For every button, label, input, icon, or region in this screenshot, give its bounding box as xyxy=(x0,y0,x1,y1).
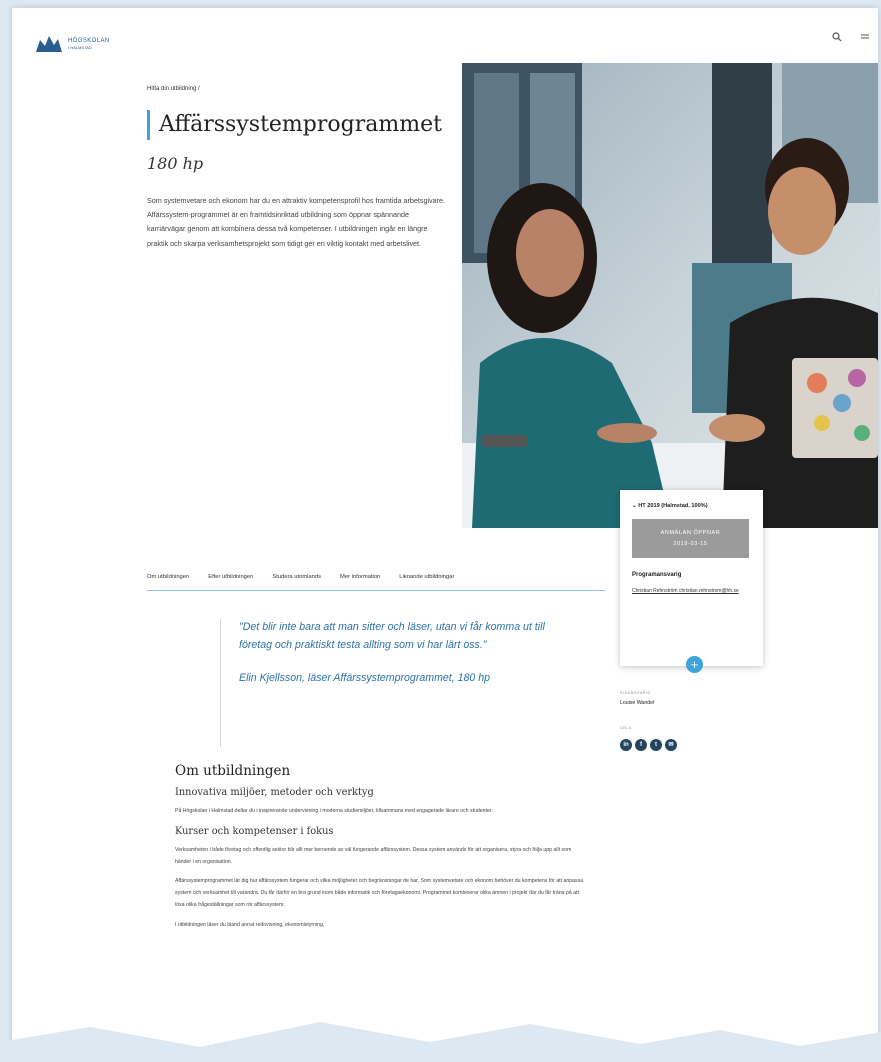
author-name: Louise Wandel xyxy=(620,700,655,706)
search-icon[interactable] xyxy=(832,32,842,45)
program-responsible-contact[interactable]: Christian Rehnström christian.rehnstrom@… xyxy=(632,586,742,596)
email-icon[interactable]: ✉ xyxy=(665,739,677,751)
tab-mer-information[interactable]: Mer information xyxy=(340,568,380,590)
apply-button[interactable]: ANMÄLAN ÖPPNAR 2019-03-15 xyxy=(632,519,749,558)
tab-efter-utbildningen[interactable]: Efter utbildningen xyxy=(208,568,253,590)
application-card: ⌄ HT 2019 (Halmstad, 100%) ANMÄLAN ÖPPNA… xyxy=(620,490,763,673)
breadcrumb[interactable]: Hitta din utbildning / xyxy=(147,86,200,92)
tab-bar: Om utbildningen Efter utbildningen Stude… xyxy=(147,568,605,591)
logo-text: HÖGSKOLAN xyxy=(68,38,110,44)
main-content: Om utbildningen Innovativa miljöer, meto… xyxy=(175,763,585,940)
apply-button-label: ANMÄLAN ÖPPNAR xyxy=(660,530,721,536)
apply-button-date: 2019-03-15 xyxy=(673,541,708,547)
top-icons xyxy=(832,32,870,45)
subheading-1: Innovativa miljöer, metoder och verktyg xyxy=(175,787,374,798)
logo[interactable]: HÖGSKOLAN I HALMSTAD xyxy=(34,34,110,54)
subheading-2: Kurser och kompetenser i fokus xyxy=(175,825,334,837)
section-heading: Om utbildningen xyxy=(175,763,291,779)
hero-image xyxy=(462,63,878,528)
linkedin-icon[interactable]: in xyxy=(620,739,632,751)
expand-button[interactable]: + xyxy=(686,656,703,673)
quote-block: "Det blir inte bara att man sitter och l… xyxy=(220,619,569,747)
tab-liknande-utbildningar[interactable]: Liknande utbildningar xyxy=(399,568,454,590)
program-credits: 180 hp xyxy=(147,154,204,173)
students-photo xyxy=(462,63,878,528)
program-intro: Som systemvetare och ekonom har du en at… xyxy=(147,196,446,248)
logo-mark-icon xyxy=(36,36,62,52)
tab-studera-utomlands[interactable]: Studera utomlands xyxy=(272,568,321,590)
share-icons: in f t ✉ xyxy=(620,739,677,751)
menu-icon[interactable] xyxy=(860,32,870,45)
bottom-wave-decoration xyxy=(0,1022,881,1062)
paragraph-3: Affärssystemprogrammet lär dig hur affär… xyxy=(175,878,584,908)
program-responsible-heading: Programansvarig xyxy=(632,572,682,578)
author-label: SIDANSVARIG xyxy=(620,691,651,695)
term-selector[interactable]: ⌄ HT 2019 (Halmstad, 100%) xyxy=(620,490,763,509)
quote-attribution: Elin Kjellsson, läser Affärssystemprogra… xyxy=(239,672,491,684)
share-label: DELA xyxy=(620,726,632,730)
facebook-icon[interactable]: f xyxy=(635,739,647,751)
twitter-icon[interactable]: t xyxy=(650,739,662,751)
tab-om-utbildningen[interactable]: Om utbildningen xyxy=(147,568,189,590)
term-label: HT 2019 (Halmstad, 100%) xyxy=(638,503,708,509)
paragraph-1: På Högskolan i Halmstad deltar du i insp… xyxy=(175,808,493,814)
logo-subtext: I HALMSTAD xyxy=(68,45,92,50)
paragraph-4: I utbildningen läser du bland annat redo… xyxy=(175,921,325,928)
quote-text: "Det blir inte bara att man sitter och l… xyxy=(239,621,545,651)
page-title: Affärssystemprogrammet xyxy=(159,112,442,137)
page: HÖGSKOLAN I HALMSTAD Hitta din utbildnin… xyxy=(12,8,878,1062)
page-title-wrap: Affärssystemprogrammet xyxy=(147,110,442,140)
paragraph-2: Verksamheten i både företag och offentli… xyxy=(175,846,572,865)
